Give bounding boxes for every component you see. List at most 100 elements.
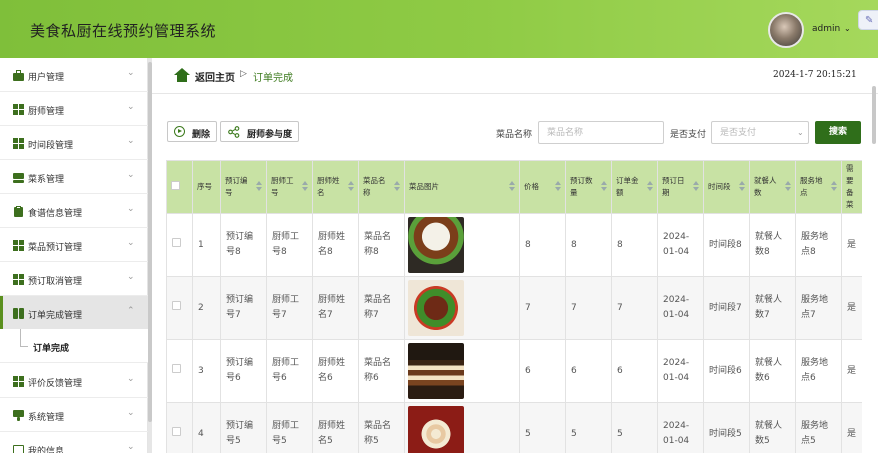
dish-thumbnail-image[interactable] [408,343,464,399]
chevron-down-icon[interactable]: ⌄ [844,24,851,33]
table-header-row: 序号 预订编号 厨师工号 厨师姓名 菜品名称 菜品图片 价格 预订数量 订单金额… [166,160,862,214]
content-scrollbar-thumb[interactable] [872,86,876,144]
sidebar-item-label: 食谱信息管理 [28,209,83,219]
breadcrumb-home-link[interactable]: 返回主页 [195,69,235,84]
grid-icon [13,376,24,387]
col-header-location[interactable]: 服务地点 [795,160,842,214]
sidebar-item-timeslot-management[interactable]: 时间段管理 ⌄ [0,126,148,160]
sort-icon[interactable] [831,181,837,192]
sidebar-item-cancel-management[interactable]: 预订取消管理 ⌄ [0,262,148,296]
dish-name-input[interactable] [538,121,664,144]
sidebar-item-cuisine-management[interactable]: 菜系管理 ⌄ [0,160,148,194]
col-header-dish-image[interactable]: 菜品图片 [404,160,520,214]
select-all-cell[interactable] [166,160,193,214]
breadcrumb-separator-icon: ▷ [240,69,247,79]
sort-icon[interactable] [555,181,561,192]
chevron-down-icon: ⌄ [127,374,135,384]
cell-timeslot: 时间段5 [703,402,750,453]
row-checkbox[interactable] [172,426,181,436]
col-header-date[interactable]: 预订日期 [657,160,704,214]
cell-quantity: 5 [565,402,612,453]
cell-amount: 8 [611,213,658,277]
chef-participation-button[interactable]: 厨师参与度 [220,121,299,142]
cell-chef-no: 厨师工号6 [266,339,313,403]
sort-icon[interactable] [785,181,791,192]
sidebar-item-system-management[interactable]: 系统管理 ⌄ [0,398,148,432]
chevron-down-icon: ⌄ [127,136,135,146]
home-icon[interactable] [174,68,190,82]
sort-icon[interactable] [256,181,262,192]
cell-dish-name: 菜品名称8 [358,213,405,277]
edit-shortcut-button[interactable]: ✎ [858,10,878,30]
sidebar-item-recipe-management[interactable]: 食谱信息管理 ⌄ [0,194,148,228]
cell-diners: 就餐人数5 [749,402,796,453]
select-all-checkbox[interactable] [171,180,180,190]
current-datetime: 2024-1-7 20:15:21 [773,70,857,80]
col-header-chef-no[interactable]: 厨师工号 [266,160,313,214]
sort-icon[interactable] [693,181,699,192]
cell-amount: 6 [611,339,658,403]
table-row[interactable]: 1 预订编号8 厨师工号8 厨师姓名8 菜品名称8 8 8 8 2024-01-… [166,213,862,277]
sidebar-scrollbar-thumb[interactable] [148,62,152,422]
play-circle-icon [174,126,185,137]
col-header-dish-name[interactable]: 菜品名称 [358,160,405,214]
chevron-down-icon: ⌄ [127,408,135,418]
chevron-down-icon: ⌄ [127,238,135,248]
col-header-prep[interactable]: 需要备菜 [841,160,862,214]
row-checkbox[interactable] [172,300,181,310]
sort-icon[interactable] [302,181,308,192]
chevron-down-icon: ⌄ [127,204,135,214]
sidebar-item-chef-management[interactable]: 厨师管理 ⌄ [0,92,148,126]
sidebar-item-booking-management[interactable]: 菜品预订管理 ⌄ [0,228,148,262]
dish-thumbnail-image[interactable] [408,217,464,273]
tray-icon [13,172,24,183]
search-button[interactable]: 搜索 [815,121,861,144]
row-checkbox[interactable] [172,237,181,247]
cell-order-no: 预订编号6 [220,339,267,403]
sidebar-item-order-complete-management[interactable]: 订单完成管理 ⌃ [0,296,148,330]
sidebar-item-my-info[interactable]: 我的信息 ⌄ [0,432,148,453]
sidebar-item-label: 系统管理 [28,413,65,423]
sidebar-item-label: 时间段管理 [28,141,74,151]
table-row[interactable]: 2 预订编号7 厨师工号7 厨师姓名7 菜品名称7 7 7 7 2024-01-… [166,276,862,340]
col-header-chef-name[interactable]: 厨师姓名 [312,160,359,214]
delete-button[interactable]: 删除 [167,121,217,142]
sidebar-item-user-management[interactable]: 用户管理 ⌄ [0,58,148,92]
cell-location: 服务地点8 [795,213,842,277]
sort-icon[interactable] [348,181,354,192]
table-row[interactable]: 4 预订编号5 厨师工号5 厨师姓名5 菜品名称5 5 5 5 2024-01-… [166,402,862,453]
sidebar-item-feedback-management[interactable]: 评价反馈管理 ⌄ [0,364,148,398]
sort-icon[interactable] [601,181,607,192]
sidebar-item-label: 用户管理 [28,73,65,83]
sidebar-subitem-order-complete[interactable]: 订单完成 [0,329,148,363]
cell-amount: 7 [611,276,658,340]
sort-icon[interactable] [394,181,400,192]
sidebar-item-label: 预订取消管理 [28,277,83,287]
cell-order-no: 预订编号7 [220,276,267,340]
col-header-price[interactable]: 价格 [519,160,566,214]
sort-icon[interactable] [647,181,653,192]
col-header-timeslot[interactable]: 时间段 [703,160,750,214]
table-row[interactable]: 3 预订编号6 厨师工号6 厨师姓名6 菜品名称6 6 6 6 2024-01-… [166,339,862,403]
user-avatar[interactable] [768,12,804,48]
cell-timeslot: 时间段8 [703,213,750,277]
sort-icon[interactable] [739,181,745,192]
dish-thumbnail-image[interactable] [408,280,464,336]
col-header-quantity[interactable]: 预订数量 [565,160,612,214]
sidebar-item-label: 厨师管理 [28,107,65,117]
dish-name-label: 菜品名称 [496,130,533,140]
row-checkbox[interactable] [172,363,181,373]
dish-thumbnail-image[interactable] [408,406,464,453]
orders-table: 序号 预订编号 厨师工号 厨师姓名 菜品名称 菜品图片 价格 预订数量 订单金额… [166,160,862,453]
paid-select[interactable] [711,121,809,144]
cell-prep: 是 [841,402,862,453]
col-header-diners[interactable]: 就餐人数 [749,160,796,214]
col-header-index: 序号 [192,160,221,214]
cell-index: 3 [192,339,221,403]
user-name[interactable]: admin [812,24,840,34]
col-header-amount[interactable]: 订单金额 [611,160,658,214]
cell-price: 7 [519,276,566,340]
col-header-order-no[interactable]: 预订编号 [220,160,267,214]
sort-icon[interactable] [509,181,515,192]
grid-icon [13,138,24,149]
